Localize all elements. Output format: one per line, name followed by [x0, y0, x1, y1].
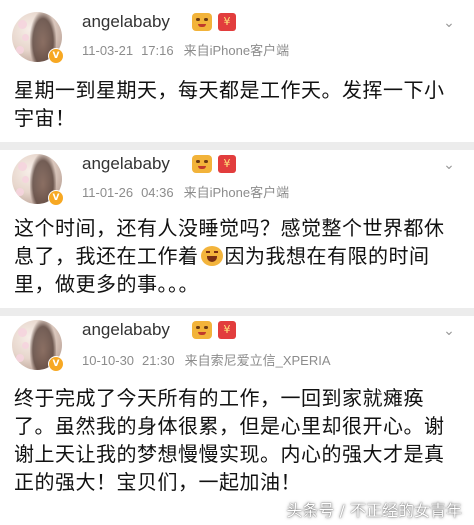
post-date: 10-10-30 — [82, 353, 135, 368]
post-date: 11-01-26 — [82, 185, 134, 200]
username[interactable]: angelababy — [82, 12, 170, 32]
post-meta: 11-01-26 04:36 来自iPhone客户端 — [82, 182, 289, 201]
verified-v-icon: V — [48, 190, 64, 206]
post-text: 终于完成了今天所有的工作，一回到家就瘫痪了。虽然我的身体很累，但是心里却很开心。… — [14, 386, 445, 494]
weibo-post: V angelababy ¥ ⌄ 11-01-26 04:36 来自iPhone客户… — [0, 150, 474, 308]
post-time: 21:30 — [142, 353, 175, 368]
post-text: 星期一到星期天，每天都是工作天。发挥一下小宇宙！ — [14, 78, 445, 130]
post-source: 来自索尼爱立信_XPERIA — [184, 353, 331, 368]
post-time: 04:36 — [141, 185, 174, 200]
post-time: 17:16 — [141, 43, 174, 58]
post-date: 11-03-21 — [82, 43, 134, 58]
post-text: 这个时间，还有人没睡觉吗？感觉整个世界都休息了，我还在工作着 因为我想在有限的时间… — [14, 214, 460, 298]
username[interactable]: angelababy — [82, 154, 170, 174]
grimace-emoji-icon — [200, 246, 223, 266]
verified-v-icon: V — [48, 48, 64, 64]
weibo-post: V angelababy ¥ ⌄ 10-10-30 21:30 来自索尼爱立信_XP… — [0, 316, 474, 525]
post-source: 来自iPhone客户端 — [183, 43, 290, 58]
divider — [0, 142, 474, 150]
chevron-down-icon[interactable]: ⌄ — [440, 156, 458, 174]
weibo-post: V angelababy ¥ ⌄ 11-03-21 17:16 来自iPhone客户… — [0, 0, 474, 150]
username[interactable]: angelababy — [82, 320, 170, 340]
red-envelope-icon: ¥ — [218, 13, 236, 31]
emoji-badge-icon — [192, 155, 212, 173]
emoji-badge-icon — [192, 13, 212, 31]
chevron-down-icon[interactable]: ⌄ — [440, 14, 458, 32]
post-meta: 11-03-21 17:16 来自iPhone客户端 — [82, 40, 289, 59]
post-meta: 10-10-30 21:30 来自索尼爱立信_XPERIA — [82, 350, 331, 369]
verified-v-icon: V — [48, 356, 64, 372]
red-envelope-icon: ¥ — [218, 155, 236, 173]
divider — [0, 308, 474, 316]
chevron-down-icon[interactable]: ⌄ — [440, 322, 458, 340]
watermark: 头条号 / 不正经的女青年 — [286, 501, 462, 520]
emoji-badge-icon — [192, 321, 212, 339]
post-source: 来自iPhone客户端 — [183, 185, 290, 200]
red-envelope-icon: ¥ — [218, 321, 236, 339]
